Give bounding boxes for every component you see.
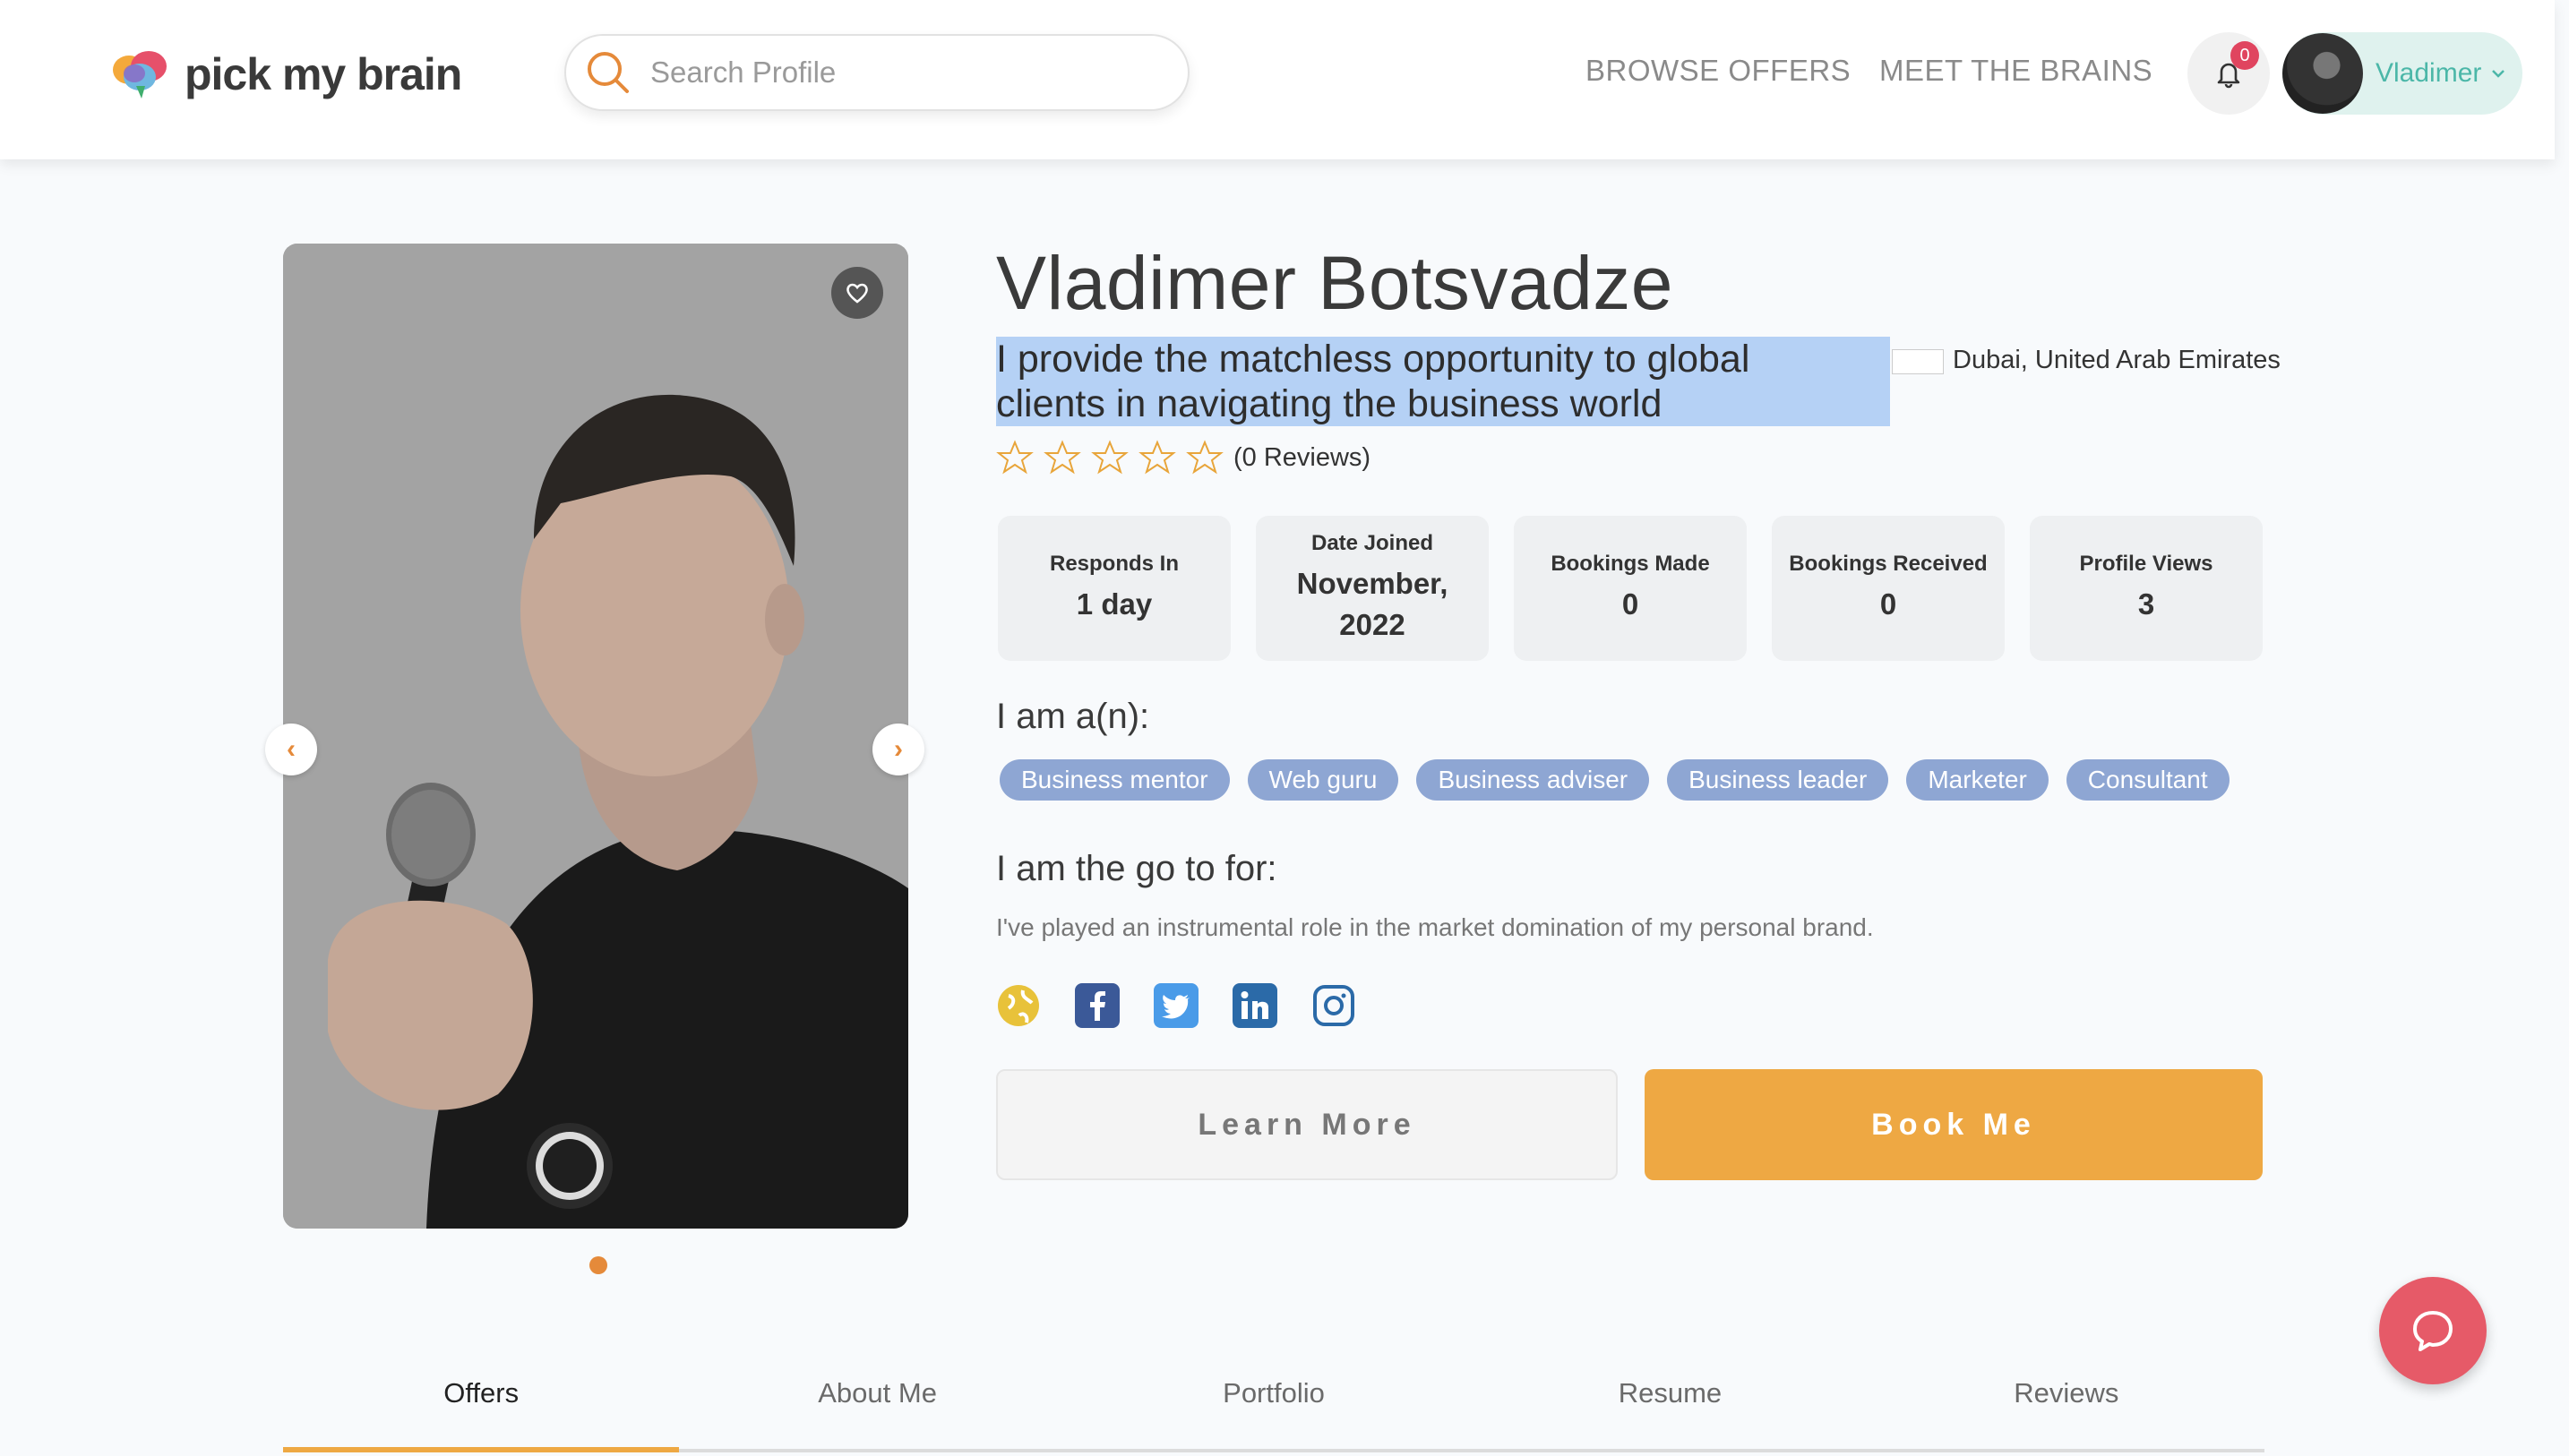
chat-button[interactable]	[2379, 1277, 2487, 1384]
tagline: I provide the matchless opportunity to g…	[996, 337, 1890, 426]
stat-label: Profile Views	[2079, 552, 2213, 576]
stat-responds-in: Responds In 1 day	[998, 516, 1231, 661]
favorite-button[interactable]	[831, 267, 883, 319]
book-me-button[interactable]: Book Me	[1645, 1069, 2263, 1180]
stat-value: November, 2022	[1296, 567, 1448, 641]
profile-photo	[283, 244, 908, 1229]
stat-value: 3	[2137, 587, 2155, 621]
star-icon	[1186, 440, 1224, 475]
heart-icon	[846, 283, 868, 304]
notifications-button[interactable]: 0	[2187, 32, 2270, 115]
stat-value: 0	[1879, 587, 1897, 621]
twitter-icon[interactable]	[1154, 983, 1199, 1028]
rating-stars: (0 Reviews)	[996, 439, 1370, 476]
profile-tabs: Offers About Me Portfolio Resume Reviews	[283, 1352, 2264, 1452]
location-flag-icon	[1892, 349, 1944, 374]
chevron-right-icon: ›	[894, 734, 903, 764]
stat-label: Bookings Received	[1789, 552, 1988, 576]
learn-more-button[interactable]: Learn More	[996, 1069, 1618, 1180]
tab-reviews[interactable]: Reviews	[1869, 1352, 2264, 1449]
carousel-dot[interactable]	[589, 1256, 607, 1274]
instagram-icon[interactable]	[1311, 983, 1356, 1028]
chat-bubble-icon	[2413, 1311, 2453, 1351]
stat-bookings-received: Bookings Received 0	[1772, 516, 2005, 661]
stat-profile-views: Profile Views 3	[2030, 516, 2263, 661]
role-tag[interactable]: Business leader	[1667, 759, 1889, 801]
tab-about-me[interactable]: About Me	[679, 1352, 1075, 1449]
role-tag[interactable]: Web guru	[1247, 759, 1399, 801]
linkedin-icon[interactable]	[1233, 983, 1277, 1028]
logo-text: pick my brain	[185, 49, 462, 99]
goto-heading: I am the go to for:	[996, 849, 1277, 888]
user-name: Vladimer	[2376, 58, 2482, 88]
nav-browse-offers[interactable]: BROWSE OFFERS	[1585, 54, 1851, 88]
tagline-line-2: clients in navigating the business world	[996, 382, 1663, 425]
chevron-down-icon	[2492, 70, 2505, 78]
nav-meet-the-brains[interactable]: MEET THE BRAINS	[1879, 54, 2152, 88]
roles-tags: Business mentor Web guru Business advise…	[1000, 759, 2247, 801]
role-tag[interactable]: Marketer	[1906, 759, 2049, 801]
tab-portfolio[interactable]: Portfolio	[1076, 1352, 1472, 1449]
roles-heading: I am a(n):	[996, 697, 1150, 736]
star-icon	[996, 440, 1034, 475]
carousel-next-button[interactable]: ›	[872, 724, 924, 775]
tagline-selection: I provide the matchless opportunity to g…	[996, 337, 1890, 426]
stat-label: Responds In	[1049, 552, 1179, 576]
star-icon	[1044, 440, 1081, 475]
star-icon	[1138, 440, 1176, 475]
tab-resume[interactable]: Resume	[1472, 1352, 1868, 1449]
role-tag[interactable]: Business adviser	[1416, 759, 1650, 801]
reviews-count[interactable]: (0 Reviews)	[1233, 443, 1370, 473]
tab-offers[interactable]: Offers	[283, 1352, 680, 1452]
social-links	[996, 983, 1390, 1028]
star-icon	[1091, 440, 1129, 475]
stat-date-joined: Date Joined November, 2022	[1256, 516, 1489, 661]
location: Dubai, United Arab Emirates	[1953, 346, 2281, 374]
user-menu-button[interactable]: Vladimer	[2282, 32, 2522, 115]
search-input[interactable]	[649, 55, 1154, 90]
facebook-icon[interactable]	[1075, 983, 1120, 1028]
stat-bookings-made: Bookings Made 0	[1514, 516, 1747, 661]
role-tag[interactable]: Consultant	[2066, 759, 2230, 801]
logo[interactable]: pick my brain	[109, 45, 462, 104]
notification-badge: 0	[2230, 41, 2259, 70]
search-icon	[582, 47, 634, 98]
stat-value: 1 day	[1076, 587, 1153, 621]
stat-label: Date Joined	[1310, 531, 1434, 555]
search-bar[interactable]	[564, 34, 1190, 111]
profile-name: Vladimer Botsvadze	[996, 241, 1674, 325]
goto-text: I've played an instrumental role in the …	[996, 913, 1874, 941]
brain-logo-icon	[109, 47, 172, 102]
tagline-line-1: I provide the matchless opportunity to g…	[996, 338, 1750, 381]
stat-label: Bookings Made	[1551, 552, 1710, 576]
carousel-prev-button[interactable]: ‹	[265, 724, 317, 775]
role-tag[interactable]: Business mentor	[1000, 759, 1230, 801]
stat-value: 0	[1621, 587, 1639, 621]
avatar	[2282, 33, 2363, 114]
website-icon[interactable]	[996, 983, 1041, 1028]
top-header: pick my brain BROWSE OFFERS MEET THE BRA…	[0, 0, 2555, 159]
chevron-left-icon: ‹	[287, 734, 296, 764]
